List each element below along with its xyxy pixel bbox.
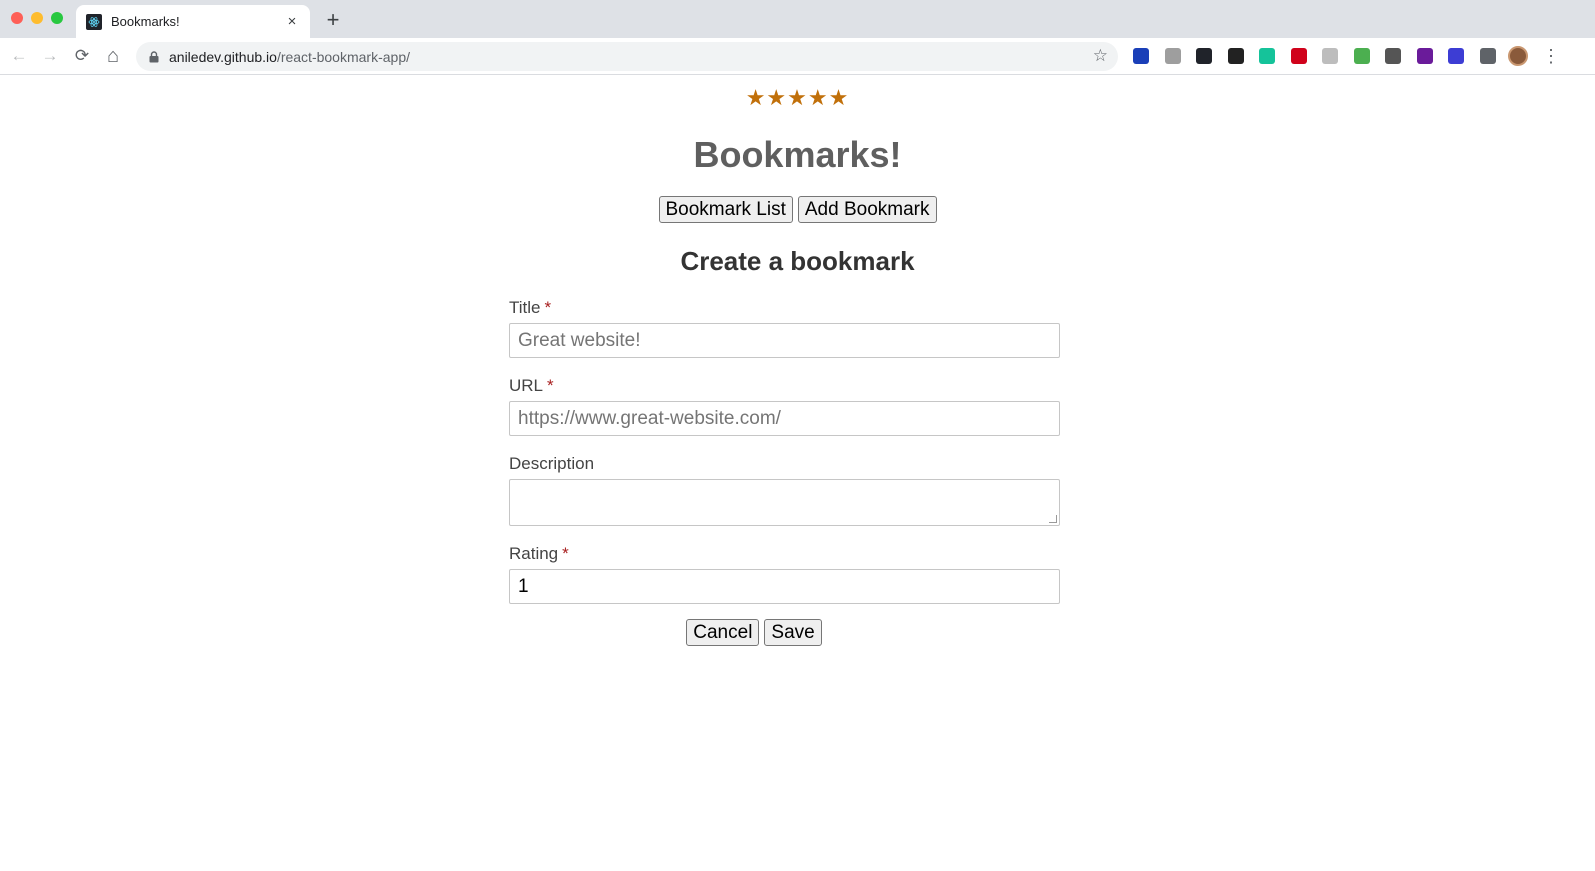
back-button[interactable]: ← bbox=[7, 44, 31, 68]
minimize-window-button[interactable] bbox=[31, 12, 43, 24]
save-button[interactable]: Save bbox=[764, 619, 822, 646]
pocket-extension-icon[interactable] bbox=[1164, 48, 1181, 64]
new-tab-button[interactable]: + bbox=[321, 8, 345, 32]
react-favicon-icon bbox=[86, 13, 102, 30]
add-bookmark-button[interactable]: Add Bookmark bbox=[797, 196, 937, 223]
close-window-button[interactable] bbox=[11, 12, 23, 24]
required-mark: * bbox=[562, 544, 569, 563]
rating-label: Rating * bbox=[509, 544, 1060, 566]
description-field-group: Description bbox=[509, 454, 1060, 526]
browser-tabstrip: Bookmarks! × + bbox=[0, 0, 1595, 38]
description-textarea[interactable] bbox=[509, 479, 1060, 526]
description-label: Description bbox=[509, 454, 1060, 476]
title-label: Title * bbox=[509, 298, 1060, 320]
app-page: ★★★★★ Bookmarks! Bookmark List Add Bookm… bbox=[0, 76, 1595, 871]
home-button[interactable]: ⌂ bbox=[101, 44, 125, 68]
react-devtools-extension-icon[interactable] bbox=[1196, 48, 1212, 64]
title-field-group: Title * Great website! bbox=[509, 298, 1060, 358]
app-title: Bookmarks! bbox=[693, 134, 902, 175]
typography-extension-icon[interactable] bbox=[1227, 48, 1244, 64]
tab-close-icon[interactable]: × bbox=[284, 13, 300, 30]
quora-extension-icon[interactable] bbox=[1290, 48, 1307, 64]
lock-icon bbox=[148, 50, 160, 64]
tab-title: Bookmarks! bbox=[111, 14, 180, 29]
browser-toolbar: ← → ⟳ ⌂ aniledev.github.io/react-bookmar… bbox=[0, 38, 1595, 75]
list-extension-icon[interactable] bbox=[1385, 48, 1401, 64]
cancel-button[interactable]: Cancel bbox=[686, 619, 760, 646]
form-heading: Create a bookmark bbox=[680, 246, 915, 276]
create-bookmark-form: Title * Great website! URL * https://www.g… bbox=[509, 298, 1060, 646]
address-bar[interactable]: aniledev.github.io/react-bookmark-app/ ☆ bbox=[136, 42, 1118, 71]
url-label: URL * bbox=[509, 376, 1060, 398]
url-label-text: URL bbox=[509, 376, 544, 395]
resize-handle-icon[interactable] bbox=[1049, 515, 1057, 523]
title-input[interactable]: Great website! bbox=[509, 323, 1060, 358]
url-path: /react-bookmark-app/ bbox=[276, 48, 410, 65]
info-extension-icon[interactable] bbox=[1448, 48, 1464, 64]
rating-stars-header: ★★★★★ bbox=[745, 86, 850, 111]
bookmark-star-icon[interactable]: ☆ bbox=[1093, 47, 1108, 65]
url-host: aniledev.github.io bbox=[169, 48, 277, 65]
nav-button-group: Bookmark List Add Bookmark bbox=[0, 196, 1595, 223]
rating-label-text: Rating bbox=[509, 544, 559, 563]
reload-button[interactable]: ⟳ bbox=[70, 44, 94, 68]
vimeo-like-extension-icon[interactable] bbox=[1133, 48, 1149, 64]
required-mark: * bbox=[544, 298, 552, 317]
maximize-window-button[interactable] bbox=[51, 12, 63, 24]
rating-input[interactable]: 1 bbox=[509, 569, 1060, 604]
url-input[interactable]: https://www.great-website.com/ bbox=[509, 401, 1060, 436]
browser-menu-icon[interactable]: ⋮ bbox=[1542, 44, 1560, 68]
profile-avatar[interactable] bbox=[1508, 46, 1528, 66]
required-mark: * bbox=[547, 376, 554, 395]
grammarly-extension-icon[interactable] bbox=[1259, 48, 1275, 64]
bookmark-list-button[interactable]: Bookmark List bbox=[658, 196, 793, 223]
form-actions: Cancel Save bbox=[509, 619, 1060, 646]
rating-field-group: Rating * 1 bbox=[509, 544, 1060, 604]
cool-extension-icon[interactable] bbox=[1322, 48, 1338, 64]
url-field-group: URL * https://www.great-website.com/ bbox=[509, 376, 1060, 436]
browser-tab-active[interactable]: Bookmarks! × bbox=[76, 5, 310, 38]
description-label-text: Description bbox=[509, 454, 595, 473]
forward-button[interactable]: → bbox=[38, 44, 62, 68]
puzzle-extension-icon[interactable] bbox=[1479, 48, 1496, 64]
colorful-extension-icon[interactable] bbox=[1416, 48, 1433, 64]
green-leaf-extension-icon[interactable] bbox=[1353, 48, 1370, 64]
title-label-text: Title bbox=[509, 298, 541, 317]
